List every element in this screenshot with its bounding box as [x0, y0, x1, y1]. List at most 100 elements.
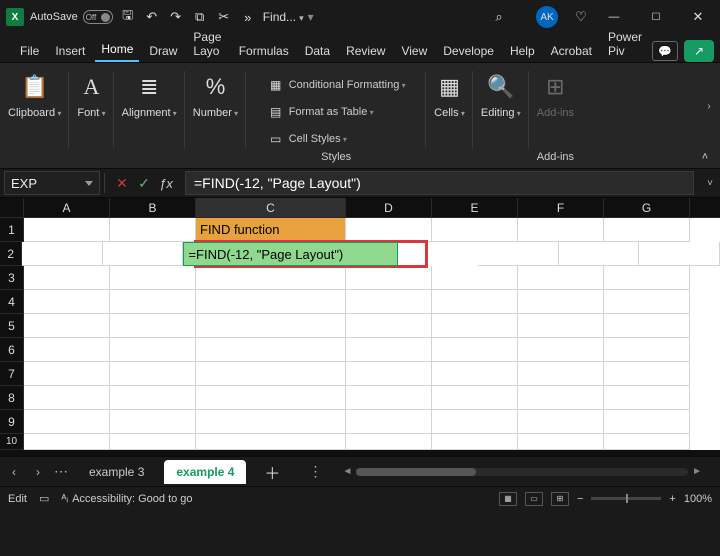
zoom-level[interactable]: 100% — [684, 493, 712, 505]
row-header[interactable]: 5 — [0, 314, 24, 338]
name-box[interactable]: EXP — [4, 171, 100, 195]
cell[interactable] — [518, 266, 604, 290]
cell[interactable] — [518, 362, 604, 386]
editing-button[interactable]: 🔍 Editing — [481, 69, 521, 119]
conditional-formatting-button[interactable]: ▦ Conditional Formatting — [267, 73, 406, 97]
tab-powerpivot[interactable]: Power Piv — [602, 26, 648, 62]
accessibility-status[interactable]: ᴬᵢAccessibility: Good to go — [61, 493, 192, 505]
clipboard-button[interactable]: 📋 Clipboard — [8, 69, 61, 119]
row-header[interactable]: 9 — [0, 410, 24, 434]
tab-data[interactable]: Data — [299, 40, 336, 62]
sheet-list-menu[interactable]: ⋯ — [54, 463, 69, 480]
cell[interactable] — [24, 290, 110, 314]
cell[interactable] — [196, 266, 346, 290]
cell[interactable] — [604, 338, 690, 362]
tab-developer[interactable]: Develope — [437, 40, 500, 62]
normal-view-button[interactable]: ▦ — [499, 492, 517, 506]
cell[interactable] — [110, 362, 196, 386]
cell[interactable] — [196, 434, 346, 450]
cell[interactable] — [432, 314, 518, 338]
cell[interactable] — [110, 386, 196, 410]
cancel-edit-button[interactable]: ✕ — [111, 175, 133, 192]
scroll-left-icon[interactable]: ◄ — [338, 466, 356, 477]
tab-acrobat[interactable]: Acrobat — [545, 40, 598, 62]
cell[interactable] — [604, 314, 690, 338]
cell[interactable] — [604, 434, 690, 450]
cell[interactable] — [639, 242, 720, 266]
page-break-view-button[interactable]: ⊞ — [551, 492, 569, 506]
cell[interactable] — [24, 266, 110, 290]
cell[interactable] — [432, 410, 518, 434]
avatar[interactable]: AK — [536, 6, 558, 28]
cell[interactable] — [346, 410, 432, 434]
tab-home[interactable]: Home — [95, 38, 139, 62]
tab-insert[interactable]: Insert — [49, 40, 91, 62]
search-icon[interactable]: ⌕ — [490, 8, 508, 26]
cell[interactable] — [24, 434, 110, 450]
cell[interactable] — [103, 242, 184, 266]
col-B[interactable]: B — [110, 198, 196, 217]
copy-icon[interactable]: ⧉ — [191, 8, 209, 26]
col-D[interactable]: D — [346, 198, 432, 217]
cell[interactable] — [604, 362, 690, 386]
tab-formulas[interactable]: Formulas — [233, 40, 295, 62]
cut-icon[interactable]: ✂ — [215, 8, 233, 26]
cell[interactable] — [478, 242, 559, 266]
tab-review[interactable]: Review — [340, 40, 391, 62]
tab-page-layout[interactable]: Page Layo — [187, 26, 228, 62]
cell[interactable] — [518, 314, 604, 338]
row-header[interactable]: 10 — [0, 434, 24, 450]
title-search[interactable]: Find... ▾ — [263, 10, 314, 24]
cell[interactable] — [432, 386, 518, 410]
cell[interactable] — [432, 266, 518, 290]
cell[interactable] — [22, 242, 103, 266]
zoom-in-button[interactable]: + — [669, 493, 675, 505]
cell[interactable] — [196, 362, 346, 386]
cell[interactable] — [110, 338, 196, 362]
cell[interactable] — [110, 434, 196, 450]
col-C[interactable]: C — [196, 198, 346, 217]
addins-button[interactable]: ⊞ Add-ins — [537, 69, 574, 119]
cell[interactable] — [346, 266, 432, 290]
cell[interactable] — [518, 386, 604, 410]
cell[interactable] — [518, 290, 604, 314]
qat-overflow-icon[interactable]: » — [239, 8, 257, 26]
cell[interactable] — [196, 386, 346, 410]
cell[interactable] — [604, 386, 690, 410]
cell[interactable] — [24, 410, 110, 434]
cell[interactable] — [518, 410, 604, 434]
cell[interactable] — [604, 266, 690, 290]
cell-C1[interactable]: FIND function — [196, 218, 346, 242]
cell[interactable] — [604, 218, 690, 242]
sheet-tab-example-3[interactable]: example 3 — [77, 460, 156, 484]
cell[interactable] — [432, 290, 518, 314]
row-header[interactable]: 8 — [0, 386, 24, 410]
cell[interactable] — [110, 410, 196, 434]
save-icon[interactable]: 🖫 — [119, 8, 137, 26]
undo-icon[interactable]: ↶ — [143, 8, 161, 26]
cell[interactable] — [110, 218, 196, 242]
lightbulb-icon[interactable]: ♡ — [572, 8, 590, 26]
cell[interactable] — [604, 290, 690, 314]
format-as-table-button[interactable]: ▤ Format as Table — [267, 100, 406, 124]
cell[interactable] — [346, 434, 432, 450]
sheet-tab-example-4[interactable]: example 4 — [164, 460, 246, 484]
col-A[interactable]: A — [24, 198, 110, 217]
zoom-out-button[interactable]: − — [577, 493, 583, 505]
page-layout-view-button[interactable]: ▭ — [525, 492, 543, 506]
cell[interactable] — [110, 266, 196, 290]
fx-icon[interactable]: ƒx — [155, 176, 177, 191]
cell[interactable] — [346, 338, 432, 362]
cell[interactable] — [110, 290, 196, 314]
cell[interactable] — [24, 314, 110, 338]
col-E[interactable]: E — [432, 198, 518, 217]
select-all-corner[interactable] — [0, 198, 24, 217]
col-F[interactable]: F — [518, 198, 604, 217]
row-header[interactable]: 6 — [0, 338, 24, 362]
cell-C2-editing[interactable]: =FIND(-12, "Page Layout") — [183, 242, 397, 266]
autosave-toggle[interactable]: AutoSave Off — [30, 10, 113, 24]
cell[interactable] — [24, 386, 110, 410]
cell[interactable] — [432, 434, 518, 450]
tab-help[interactable]: Help — [504, 40, 541, 62]
row-header[interactable]: 2 — [0, 242, 22, 266]
